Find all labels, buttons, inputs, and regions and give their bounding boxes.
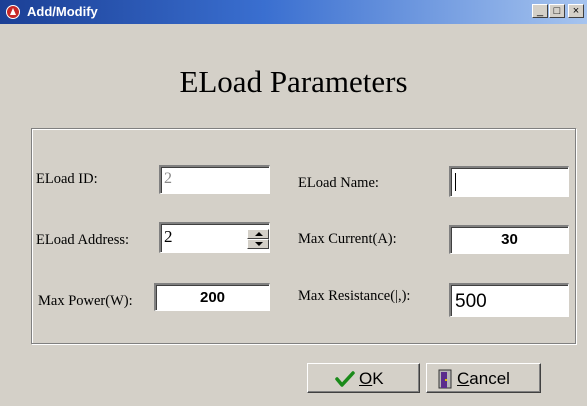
arrow-up-icon (255, 232, 263, 236)
eload-id-label: ELoad ID: (36, 171, 98, 187)
address-spinner[interactable] (247, 229, 269, 249)
eload-address-label: ELoad Address: (36, 232, 130, 248)
cancel-button[interactable]: Cancel (426, 363, 541, 393)
eload-name-input[interactable] (449, 166, 569, 197)
max-power-label: Max Power(W): (38, 293, 133, 309)
text-caret (455, 173, 456, 191)
title-bar[interactable]: Add/Modify _ □ × (0, 0, 587, 24)
max-current-value: 30 (501, 231, 518, 248)
minimize-button[interactable]: _ (532, 4, 548, 18)
window-title: Add/Modify (27, 4, 98, 19)
eload-address-value: 2 (164, 227, 173, 246)
door-icon (438, 369, 452, 389)
max-current-label: Max Current(A): (298, 231, 397, 247)
spin-up-button[interactable] (247, 229, 269, 239)
arrow-down-icon (255, 242, 263, 246)
max-power-value: 200 (199, 289, 226, 306)
cancel-label: Cancel (457, 369, 510, 388)
eload-name-label: ELoad Name: (298, 175, 379, 191)
eload-id-value: 2 (164, 170, 172, 187)
max-resistance-label: Max Resistance(|,): (298, 288, 411, 304)
check-icon (335, 371, 355, 387)
app-icon (6, 5, 20, 19)
maximize-button[interactable]: □ (549, 4, 565, 18)
max-current-input[interactable]: 30 (449, 225, 569, 254)
page-title: ELoad Parameters (179, 64, 408, 99)
max-resistance-value: 500 (455, 291, 487, 312)
ok-button[interactable]: OK (307, 363, 420, 393)
ok-label: OK (359, 369, 384, 388)
spin-down-button[interactable] (247, 239, 269, 249)
max-power-input[interactable]: 200 (154, 283, 270, 311)
max-resistance-input[interactable]: 500 (449, 283, 569, 317)
close-button[interactable]: × (568, 4, 584, 18)
eload-id-field: 2 (159, 165, 270, 194)
